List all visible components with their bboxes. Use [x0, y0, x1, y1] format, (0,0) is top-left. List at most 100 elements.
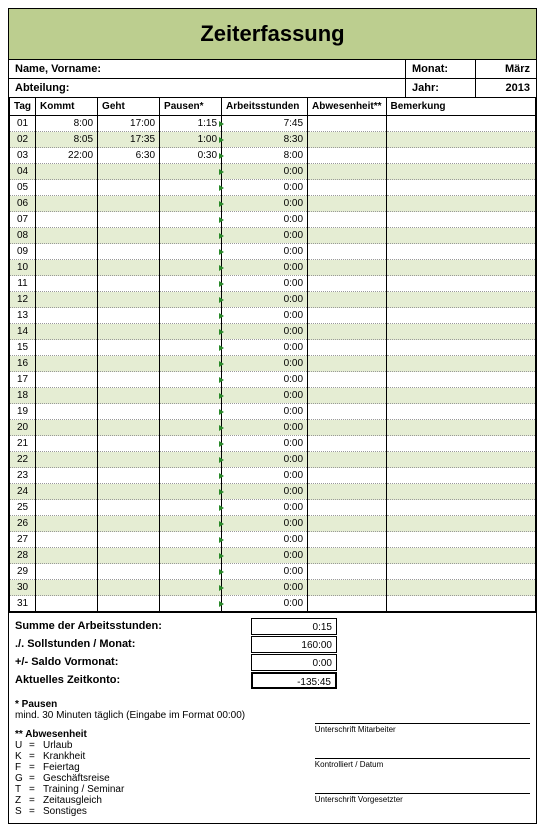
pausen-cell[interactable] — [160, 356, 222, 372]
bemerkung-cell[interactable] — [386, 356, 535, 372]
geht-cell[interactable] — [98, 228, 160, 244]
day-cell[interactable]: 24 — [10, 484, 36, 500]
arbeitsstunden-cell[interactable]: 0:00 — [222, 596, 308, 612]
day-cell[interactable]: 09 — [10, 244, 36, 260]
bemerkung-cell[interactable] — [386, 180, 535, 196]
abwesenheit-cell[interactable] — [308, 212, 386, 228]
geht-cell[interactable] — [98, 452, 160, 468]
bemerkung-cell[interactable] — [386, 308, 535, 324]
geht-cell[interactable]: 17:00 — [98, 116, 160, 132]
kommt-cell[interactable] — [36, 180, 98, 196]
geht-cell[interactable] — [98, 292, 160, 308]
bemerkung-cell[interactable] — [386, 148, 535, 164]
day-cell[interactable]: 30 — [10, 580, 36, 596]
abwesenheit-cell[interactable] — [308, 116, 386, 132]
bemerkung-cell[interactable] — [386, 212, 535, 228]
geht-cell[interactable] — [98, 196, 160, 212]
arbeitsstunden-cell[interactable]: 0:00 — [222, 244, 308, 260]
pausen-cell[interactable] — [160, 580, 222, 596]
day-cell[interactable]: 14 — [10, 324, 36, 340]
kommt-cell[interactable] — [36, 356, 98, 372]
kommt-cell[interactable] — [36, 244, 98, 260]
kommt-cell[interactable] — [36, 164, 98, 180]
arbeitsstunden-cell[interactable]: 0:00 — [222, 164, 308, 180]
abwesenheit-cell[interactable] — [308, 260, 386, 276]
arbeitsstunden-cell[interactable]: 0:00 — [222, 484, 308, 500]
pausen-cell[interactable] — [160, 180, 222, 196]
pausen-cell[interactable] — [160, 532, 222, 548]
abwesenheit-cell[interactable] — [308, 564, 386, 580]
bemerkung-cell[interactable] — [386, 372, 535, 388]
geht-cell[interactable] — [98, 372, 160, 388]
kommt-cell[interactable] — [36, 260, 98, 276]
bemerkung-cell[interactable] — [386, 516, 535, 532]
bemerkung-cell[interactable] — [386, 260, 535, 276]
geht-cell[interactable] — [98, 420, 160, 436]
day-cell[interactable]: 31 — [10, 596, 36, 612]
bemerkung-cell[interactable] — [386, 436, 535, 452]
day-cell[interactable]: 11 — [10, 276, 36, 292]
geht-cell[interactable] — [98, 468, 160, 484]
arbeitsstunden-cell[interactable]: 8:30 — [222, 132, 308, 148]
kommt-cell[interactable] — [36, 420, 98, 436]
arbeitsstunden-cell[interactable]: 0:00 — [222, 276, 308, 292]
kommt-cell[interactable] — [36, 324, 98, 340]
abwesenheit-cell[interactable] — [308, 276, 386, 292]
bemerkung-cell[interactable] — [386, 500, 535, 516]
bemerkung-cell[interactable] — [386, 228, 535, 244]
geht-cell[interactable] — [98, 340, 160, 356]
abwesenheit-cell[interactable] — [308, 452, 386, 468]
day-cell[interactable]: 19 — [10, 404, 36, 420]
abwesenheit-cell[interactable] — [308, 196, 386, 212]
pausen-cell[interactable] — [160, 164, 222, 180]
abwesenheit-cell[interactable] — [308, 500, 386, 516]
pausen-cell[interactable] — [160, 404, 222, 420]
kommt-cell[interactable] — [36, 228, 98, 244]
day-cell[interactable]: 08 — [10, 228, 36, 244]
bemerkung-cell[interactable] — [386, 564, 535, 580]
day-cell[interactable]: 20 — [10, 420, 36, 436]
abwesenheit-cell[interactable] — [308, 180, 386, 196]
kommt-cell[interactable] — [36, 212, 98, 228]
arbeitsstunden-cell[interactable]: 0:00 — [222, 212, 308, 228]
bemerkung-cell[interactable] — [386, 596, 535, 612]
abwesenheit-cell[interactable] — [308, 372, 386, 388]
pausen-cell[interactable] — [160, 420, 222, 436]
abwesenheit-cell[interactable] — [308, 228, 386, 244]
arbeitsstunden-cell[interactable]: 0:00 — [222, 516, 308, 532]
arbeitsstunden-cell[interactable]: 0:00 — [222, 340, 308, 356]
pausen-cell[interactable] — [160, 500, 222, 516]
kommt-cell[interactable] — [36, 276, 98, 292]
kommt-cell[interactable] — [36, 596, 98, 612]
day-cell[interactable]: 13 — [10, 308, 36, 324]
bemerkung-cell[interactable] — [386, 580, 535, 596]
day-cell[interactable]: 01 — [10, 116, 36, 132]
pausen-cell[interactable] — [160, 372, 222, 388]
pausen-cell[interactable] — [160, 324, 222, 340]
kommt-cell[interactable] — [36, 404, 98, 420]
bemerkung-cell[interactable] — [386, 532, 535, 548]
geht-cell[interactable]: 17:35 — [98, 132, 160, 148]
pausen-cell[interactable] — [160, 516, 222, 532]
arbeitsstunden-cell[interactable]: 0:00 — [222, 436, 308, 452]
abwesenheit-cell[interactable] — [308, 164, 386, 180]
day-cell[interactable]: 23 — [10, 468, 36, 484]
bemerkung-cell[interactable] — [386, 324, 535, 340]
arbeitsstunden-cell[interactable]: 0:00 — [222, 532, 308, 548]
arbeitsstunden-cell[interactable]: 0:00 — [222, 452, 308, 468]
geht-cell[interactable] — [98, 500, 160, 516]
kommt-cell[interactable] — [36, 548, 98, 564]
bemerkung-cell[interactable] — [386, 548, 535, 564]
arbeitsstunden-cell[interactable]: 0:00 — [222, 260, 308, 276]
pausen-cell[interactable] — [160, 292, 222, 308]
geht-cell[interactable] — [98, 548, 160, 564]
abwesenheit-cell[interactable] — [308, 340, 386, 356]
day-cell[interactable]: 16 — [10, 356, 36, 372]
arbeitsstunden-cell[interactable]: 0:00 — [222, 500, 308, 516]
kommt-cell[interactable]: 8:00 — [36, 116, 98, 132]
arbeitsstunden-cell[interactable]: 0:00 — [222, 580, 308, 596]
pausen-cell[interactable] — [160, 228, 222, 244]
abwesenheit-cell[interactable] — [308, 132, 386, 148]
kommt-cell[interactable] — [36, 564, 98, 580]
pausen-cell[interactable] — [160, 260, 222, 276]
